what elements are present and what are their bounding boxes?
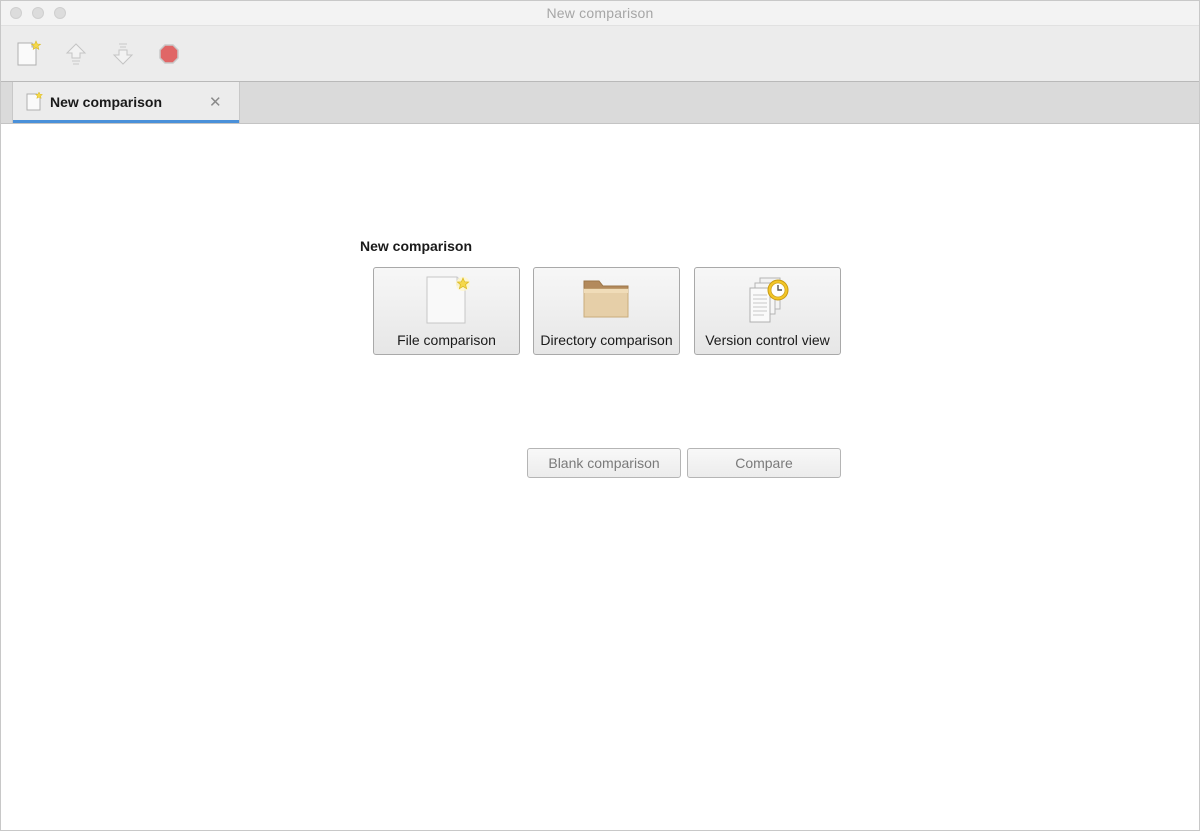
compare-button[interactable]: Compare	[687, 448, 841, 478]
directory-comparison-button[interactable]: Directory comparison	[533, 267, 680, 355]
directory-comparison-label: Directory comparison	[540, 332, 673, 348]
tab-close-icon[interactable]: ✕	[209, 93, 222, 111]
new-document-icon	[17, 40, 42, 66]
next-change-button[interactable]	[109, 40, 137, 68]
folder-icon	[583, 280, 628, 318]
stop-button[interactable]	[155, 40, 183, 68]
down-arrow-icon	[112, 43, 134, 65]
file-comparison-label: File comparison	[397, 332, 496, 348]
window-title: New comparison	[546, 5, 654, 21]
new-file-icon	[426, 276, 470, 324]
file-comparison-button[interactable]: File comparison	[373, 267, 520, 355]
tab-new-comparison[interactable]: New comparison ✕	[12, 82, 240, 123]
toolbar	[1, 26, 1199, 82]
version-control-view-label: Version control view	[705, 332, 830, 348]
blank-comparison-button[interactable]: Blank comparison	[527, 448, 681, 478]
new-document-icon	[25, 91, 44, 117]
version-control-icon	[749, 277, 788, 323]
title-bar: New comparison	[1, 1, 1199, 26]
version-control-view-button[interactable]: Version control view	[694, 267, 841, 355]
section-title: New comparison	[360, 238, 473, 254]
previous-change-button[interactable]	[62, 40, 90, 68]
up-arrow-icon	[65, 43, 87, 65]
new-comparison-button[interactable]	[14, 40, 42, 68]
app-window: New comparison New comparison ✕ New comp…	[0, 0, 1200, 831]
tab-bar: New comparison ✕	[1, 82, 1199, 124]
tab-label: New comparison	[50, 94, 163, 110]
main-content: New comparison File comparison Directory…	[1, 124, 1199, 830]
active-tab-indicator	[13, 120, 239, 123]
stop-icon	[159, 44, 179, 64]
